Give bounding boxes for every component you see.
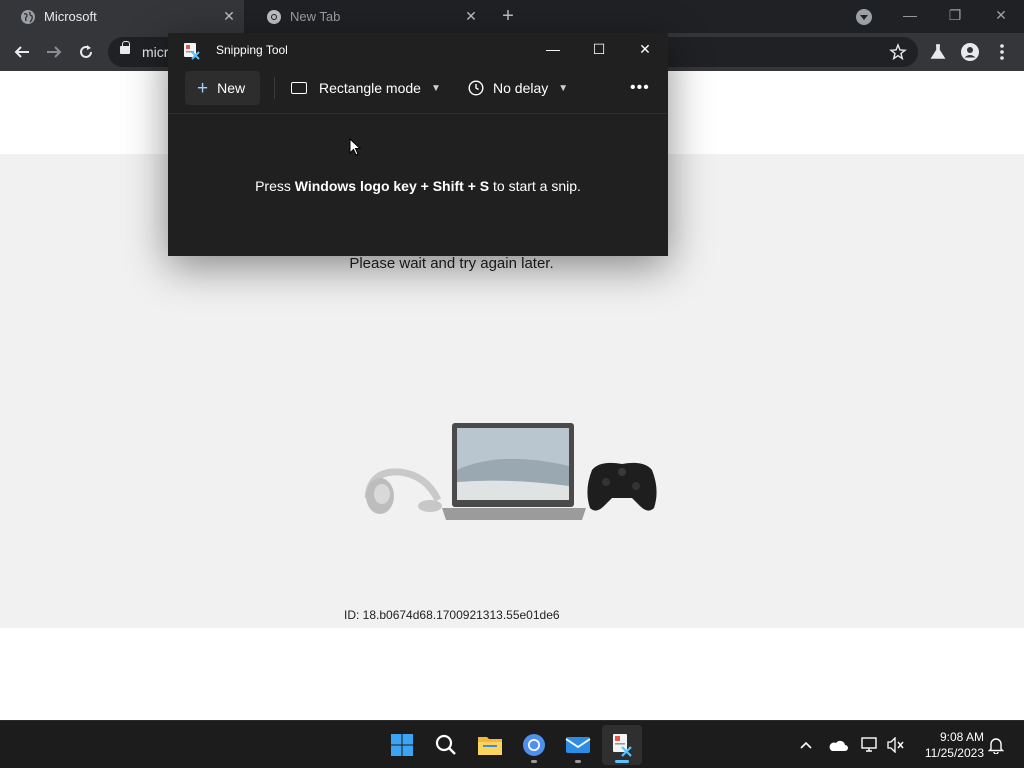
labs-flask-icon[interactable] xyxy=(926,40,950,64)
close-icon[interactable]: ✕ xyxy=(631,38,659,60)
reference-id: ID: 18.b0674d68.1700921313.55e01de6 xyxy=(344,608,560,622)
tab-microsoft[interactable]: Microsoft ✕ xyxy=(0,0,244,33)
browser-tab-strip: Microsoft ✕ New Tab ✕ + — ❐ ✕ xyxy=(0,0,1024,33)
more-menu-icon[interactable] xyxy=(990,40,1014,64)
taskbar: 9:08 AM 11/25/2023 xyxy=(0,720,1024,768)
rectangle-icon xyxy=(291,82,307,94)
network-icon[interactable] xyxy=(860,735,880,755)
mode-label: Rectangle mode xyxy=(319,80,421,96)
close-tab-icon[interactable]: ✕ xyxy=(462,8,480,26)
snip-mode-dropdown[interactable]: Rectangle mode ▼ xyxy=(291,71,441,105)
clock-time: 9:08 AM xyxy=(939,730,984,744)
minimize-icon[interactable]: — xyxy=(539,38,567,60)
tab-new-tab[interactable]: New Tab ✕ xyxy=(246,0,486,33)
url-text: micr xyxy=(142,44,169,60)
mail-icon xyxy=(565,737,591,753)
see-more-icon[interactable]: ••• xyxy=(630,79,650,97)
new-tab-button[interactable]: + xyxy=(496,5,520,29)
restore-icon[interactable]: ❐ xyxy=(943,4,967,26)
folder-icon xyxy=(478,737,502,755)
chrome-taskbar-button[interactable] xyxy=(514,725,554,765)
mail-button[interactable] xyxy=(558,725,598,765)
notification-bell-icon[interactable] xyxy=(986,735,1006,755)
chevron-down-icon: ▼ xyxy=(430,82,441,94)
hint-prefix: Press xyxy=(255,178,295,194)
headphones-illustration xyxy=(364,468,442,514)
minimize-icon[interactable]: — xyxy=(898,4,922,26)
onedrive-cloud-icon[interactable] xyxy=(828,735,848,755)
chevron-down-icon: ▼ xyxy=(558,82,569,94)
start-button[interactable] xyxy=(382,725,422,765)
new-label: New xyxy=(217,80,246,96)
chrome-icon xyxy=(523,734,545,756)
hint-keys: Windows logo key + Shift + S xyxy=(294,178,490,194)
running-indicator xyxy=(531,760,537,763)
profile-avatar-icon[interactable] xyxy=(958,40,982,64)
window-title: Snipping Tool xyxy=(216,43,288,57)
snipping-tool-window: Snipping Tool — ☐ ✕ + New Rectangle mode… xyxy=(168,33,668,256)
tab-title: Microsoft xyxy=(44,9,97,24)
reload-icon[interactable] xyxy=(74,40,98,64)
mouse-cursor-icon xyxy=(349,137,362,156)
lock-icon[interactable] xyxy=(120,41,130,54)
clock-icon xyxy=(468,80,484,96)
tab-search-icon[interactable] xyxy=(856,9,872,25)
bookmark-star-icon[interactable] xyxy=(886,40,910,64)
snipping-tool-icon xyxy=(613,734,632,757)
globe-icon xyxy=(20,9,36,25)
devices-hero-image xyxy=(360,420,660,530)
forward-arrow-icon[interactable] xyxy=(42,40,66,64)
close-window-icon[interactable]: ✕ xyxy=(989,4,1013,26)
back-arrow-icon[interactable] xyxy=(10,40,34,64)
close-tab-icon[interactable]: ✕ xyxy=(220,8,238,26)
snip-hint-text: Press Windows logo key + Shift + S to st… xyxy=(168,178,668,194)
snipping-tool-taskbar-button[interactable] xyxy=(602,725,642,765)
plus-icon: + xyxy=(197,77,209,99)
system-clock[interactable]: 9:08 AM 11/25/2023 xyxy=(912,729,984,761)
controller-illustration xyxy=(587,462,657,511)
volume-muted-icon[interactable] xyxy=(886,735,906,755)
laptop-illustration xyxy=(442,423,586,520)
search-icon xyxy=(435,734,456,755)
running-indicator xyxy=(575,760,581,763)
delay-label: No delay xyxy=(493,80,549,96)
file-explorer-button[interactable] xyxy=(470,725,510,765)
snipping-tool-app-icon xyxy=(183,42,201,60)
search-button[interactable] xyxy=(426,725,466,765)
chrome-icon xyxy=(266,9,282,25)
tab-title: New Tab xyxy=(290,9,341,24)
new-snip-button[interactable]: + New xyxy=(185,71,260,105)
windows-logo-icon xyxy=(391,734,413,756)
error-message: Please wait and try again later. xyxy=(349,255,554,272)
chevron-up-icon[interactable] xyxy=(796,735,816,755)
toolbar-separator xyxy=(274,77,275,99)
toolbar-divider xyxy=(168,113,668,114)
hint-suffix: to start a snip. xyxy=(489,178,581,194)
maximize-icon[interactable]: ☐ xyxy=(585,38,613,60)
active-indicator xyxy=(615,760,629,763)
clock-date: 11/25/2023 xyxy=(924,746,984,760)
delay-dropdown[interactable]: No delay ▼ xyxy=(468,71,568,105)
